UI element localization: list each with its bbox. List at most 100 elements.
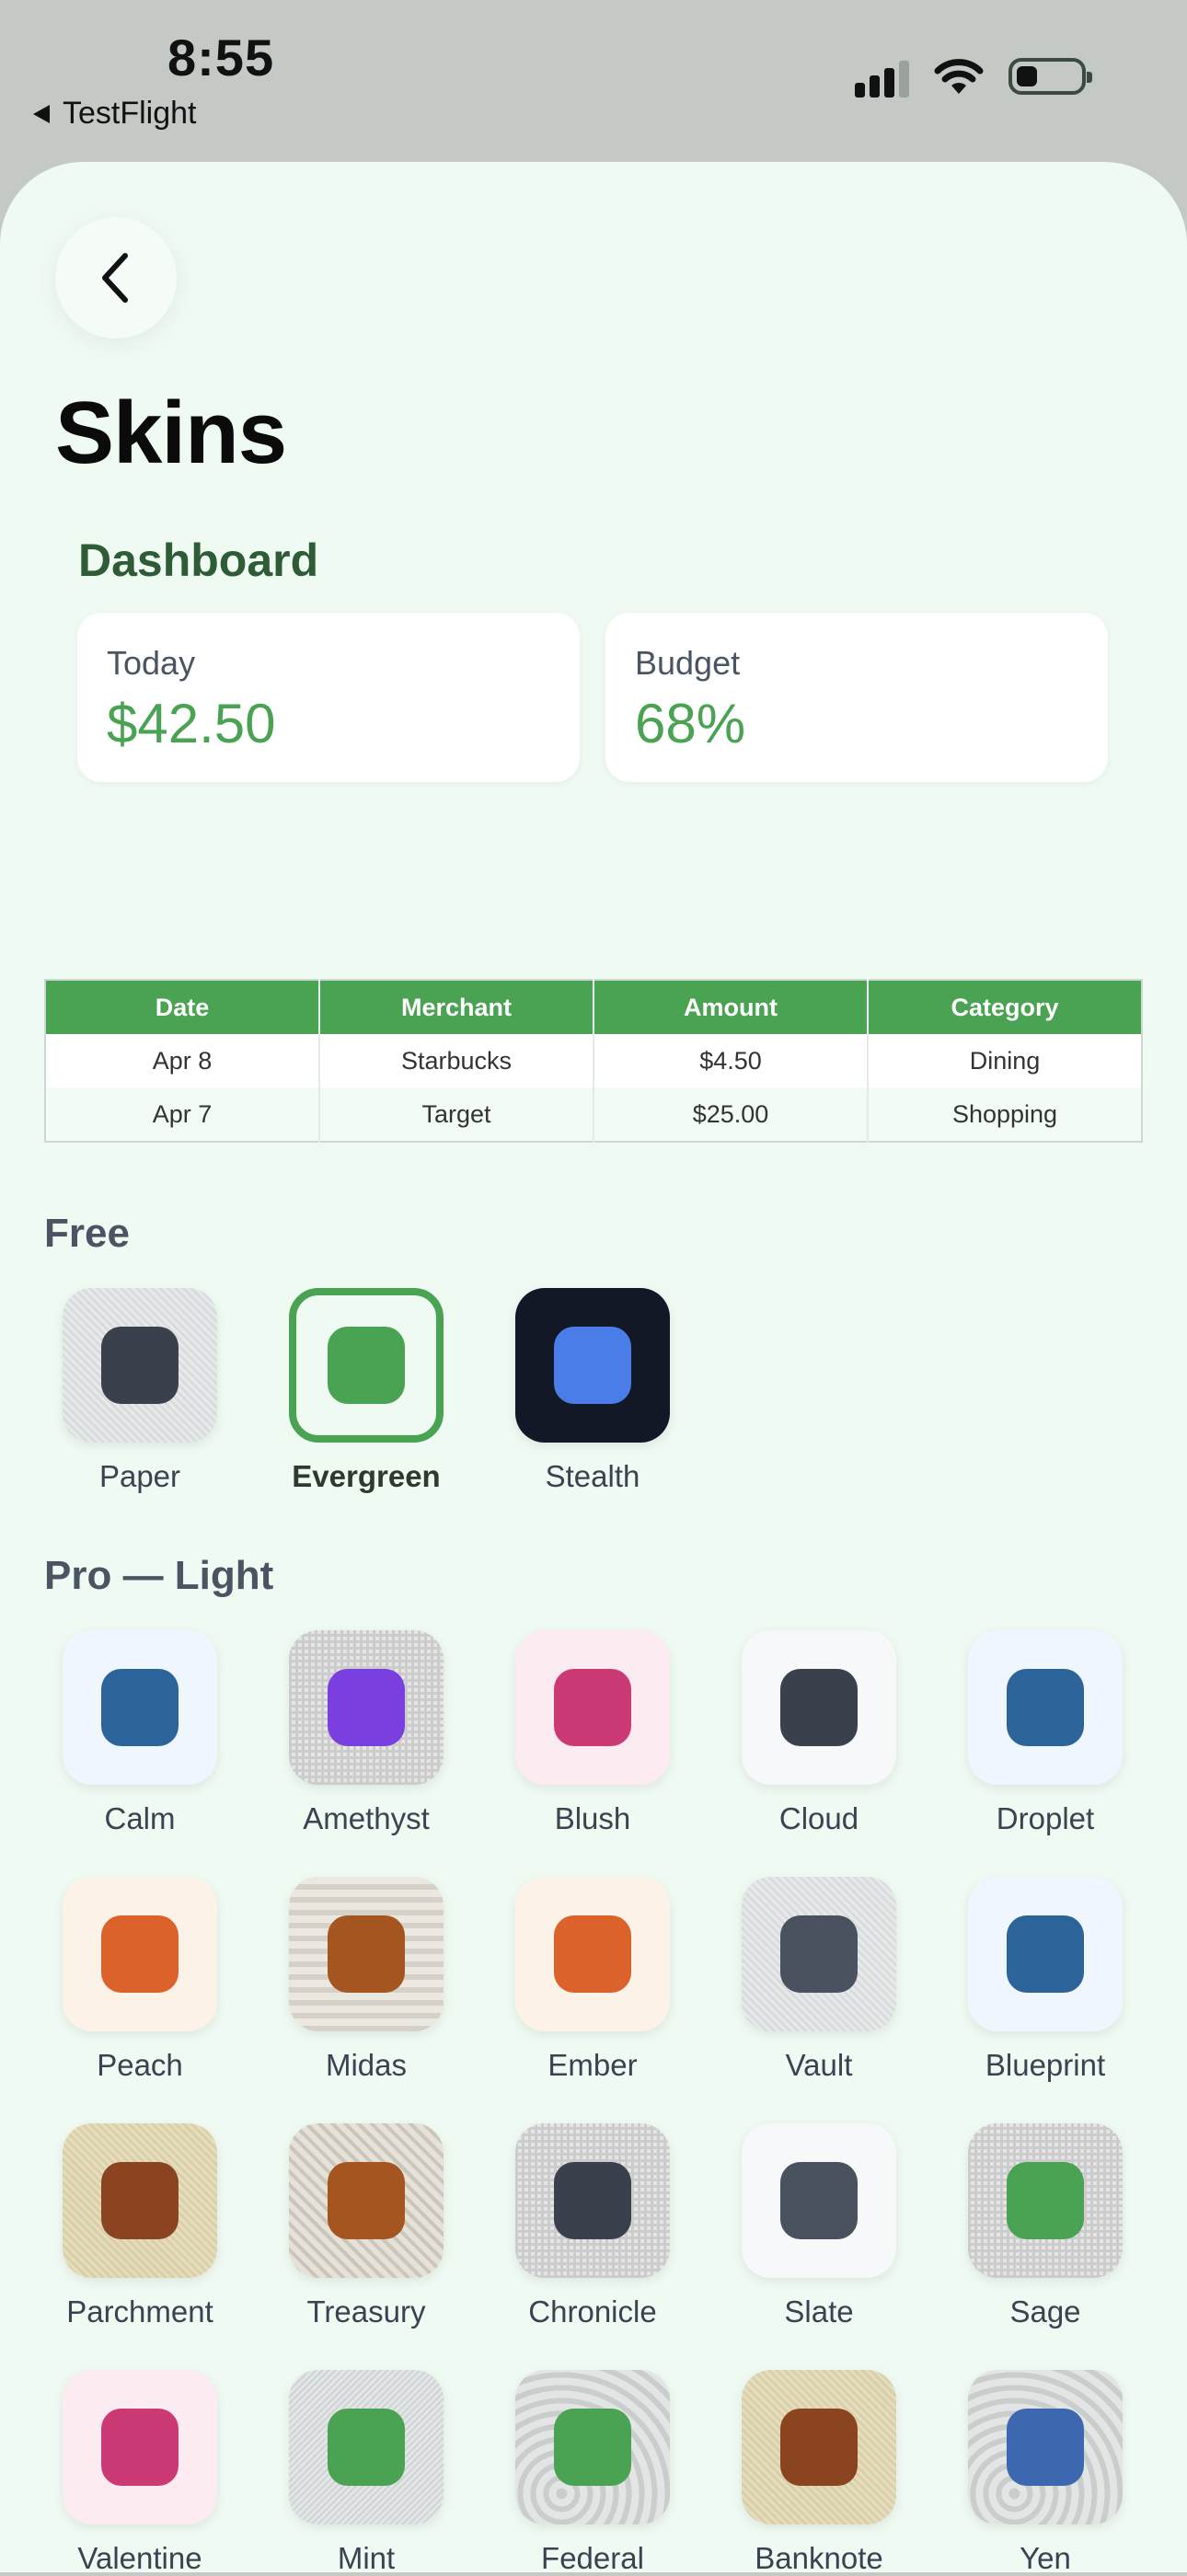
skin-color-swatch <box>101 2162 179 2239</box>
skin-option-slate[interactable]: Slate <box>727 2123 911 2329</box>
card-value: 68% <box>635 693 746 754</box>
table-cell: Starbucks <box>318 1034 594 1087</box>
skin-name: Cloud <box>778 1801 859 1835</box>
skin-option-banknote[interactable]: Banknote <box>727 2370 911 2576</box>
skin-option-paper[interactable]: Paper <box>48 1288 232 1494</box>
skin-option-peach[interactable]: Peach <box>48 1877 232 2083</box>
back-app-label: TestFlight <box>63 96 197 131</box>
skin-option-evergreen[interactable]: Evergreen <box>274 1288 458 1494</box>
skin-option-blueprint[interactable]: Blueprint <box>953 1877 1137 2083</box>
skin-color-swatch <box>554 2409 631 2486</box>
skin-option-treasury[interactable]: Treasury <box>274 2123 458 2329</box>
skin-option-sage[interactable]: Sage <box>953 2123 1137 2329</box>
skin-name: Yen <box>1020 2541 1071 2575</box>
back-triangle-icon <box>33 104 50 123</box>
skin-name: Treasury <box>306 2294 426 2329</box>
skin-option-ember[interactable]: Ember <box>501 1877 685 2083</box>
skin-color-swatch <box>101 2409 179 2486</box>
skin-color-swatch <box>328 1915 405 1993</box>
skin-tile <box>63 1288 217 1443</box>
skin-tile <box>968 2123 1123 2278</box>
skin-name: Ember <box>547 2048 638 2082</box>
skin-option-calm[interactable]: Calm <box>48 1630 232 1836</box>
skin-option-amethyst[interactable]: Amethyst <box>274 1630 458 1836</box>
skin-tile <box>968 2370 1123 2524</box>
skin-color-swatch <box>1007 2162 1084 2239</box>
column-header: Merchant <box>318 980 594 1034</box>
skin-tile <box>289 1630 444 1785</box>
skin-color-swatch <box>780 2409 858 2486</box>
table-cell: Apr 7 <box>45 1087 319 1142</box>
table-row: Apr 7 Target $25.00 Shopping <box>45 1087 1142 1142</box>
column-header: Amount <box>593 980 868 1034</box>
skin-color-swatch <box>1007 1915 1084 1993</box>
skin-option-valentine[interactable]: Valentine <box>48 2370 232 2576</box>
skin-tile <box>289 2123 444 2278</box>
skin-option-vault[interactable]: Vault <box>727 1877 911 2083</box>
skin-color-swatch <box>328 1669 405 1746</box>
transactions-table: Date Merchant Amount Category Apr 8 Star… <box>44 979 1143 1143</box>
column-header: Date <box>45 980 319 1034</box>
skin-name: Valentine <box>77 2541 202 2575</box>
skin-tile <box>289 1288 444 1443</box>
skin-name: Parchment <box>66 2294 213 2329</box>
table-row: Apr 8 Starbucks $4.50 Dining <box>45 1034 1142 1087</box>
section-title-pro-light: Pro — Light <box>44 1553 274 1598</box>
skin-color-swatch <box>780 1915 858 1993</box>
skin-name: Federal <box>541 2541 644 2575</box>
skin-option-mint[interactable]: Mint <box>274 2370 458 2576</box>
back-to-app-link[interactable]: TestFlight <box>33 96 197 132</box>
page-title: Skins <box>55 384 287 482</box>
skin-option-cloud[interactable]: Cloud <box>727 1630 911 1836</box>
skin-tile <box>63 1877 217 2031</box>
skin-color-swatch <box>101 1327 179 1404</box>
skin-color-swatch <box>101 1669 179 1746</box>
table-cell: Apr 8 <box>45 1034 319 1087</box>
skin-option-federal[interactable]: Federal <box>501 2370 685 2576</box>
skin-color-swatch <box>328 2409 405 2486</box>
skin-option-midas[interactable]: Midas <box>274 1877 458 2083</box>
skin-name: Blush <box>554 1801 631 1835</box>
skin-name: Peach <box>97 2048 183 2082</box>
skin-color-swatch <box>554 1669 631 1746</box>
skin-color-swatch <box>1007 1669 1084 1746</box>
skin-option-stealth[interactable]: Stealth <box>501 1288 685 1494</box>
skin-tile <box>289 1877 444 2031</box>
table-cell: Shopping <box>867 1087 1142 1142</box>
skin-color-swatch <box>328 1327 405 1404</box>
skin-option-blush[interactable]: Blush <box>501 1630 685 1836</box>
skin-tile <box>515 2370 670 2524</box>
skin-name: Slate <box>784 2294 854 2329</box>
skin-tile <box>742 1877 896 2031</box>
status-time: 8:55 <box>167 29 275 86</box>
skin-name: Droplet <box>996 1801 1095 1835</box>
card-label: Budget <box>635 644 741 682</box>
card-value: $42.50 <box>107 693 276 754</box>
skin-tile <box>515 1630 670 1785</box>
skin-option-droplet[interactable]: Droplet <box>953 1630 1137 1836</box>
table-cell: $25.00 <box>593 1087 868 1142</box>
skin-option-parchment[interactable]: Parchment <box>48 2123 232 2329</box>
skin-option-yen[interactable]: Yen <box>953 2370 1137 2576</box>
skin-color-swatch <box>328 2162 405 2239</box>
skin-color-swatch <box>1007 2409 1084 2486</box>
table-cell: Target <box>318 1087 594 1142</box>
skin-color-swatch <box>554 2162 631 2239</box>
skin-name: Mint <box>337 2541 396 2575</box>
skin-name: Chronicle <box>528 2294 657 2329</box>
skin-name: Banknote <box>755 2541 883 2575</box>
skin-tile <box>63 1630 217 1785</box>
skin-name: Paper <box>98 1459 181 1493</box>
skin-tile <box>289 2370 444 2524</box>
skins-sheet: Skins Dashboard Today $42.50 Budget 68% … <box>0 162 1187 2575</box>
skin-tile <box>968 1630 1123 1785</box>
skin-tile <box>742 2370 896 2524</box>
skin-tile <box>968 1877 1123 2031</box>
dashboard-preview-title: Dashboard <box>78 535 319 586</box>
skin-tile <box>63 2123 217 2278</box>
column-header: Category <box>867 980 1142 1034</box>
skin-option-chronicle[interactable]: Chronicle <box>501 2123 685 2329</box>
skin-tile <box>742 2123 896 2278</box>
skin-tile <box>63 2370 217 2524</box>
back-button[interactable] <box>55 217 177 339</box>
